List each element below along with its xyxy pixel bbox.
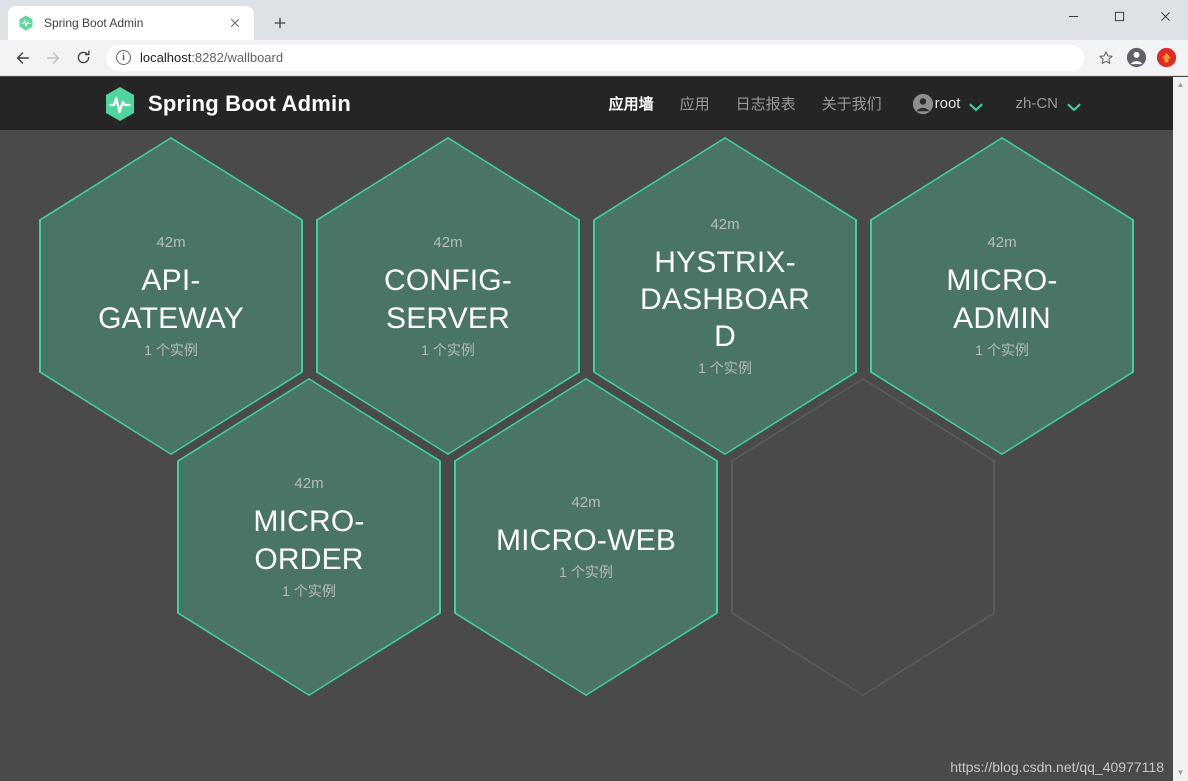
minimize-icon[interactable] [1050, 0, 1096, 32]
app-instances: 1 个实例 [698, 360, 752, 377]
app-name[interactable]: MICRO-ORDER [214, 503, 404, 577]
tab-title: Spring Boot Admin [44, 16, 144, 30]
app-name[interactable]: CONFIG-SERVER [353, 262, 543, 336]
user-menu-label: root [934, 95, 961, 112]
new-tab-button[interactable] [266, 9, 294, 37]
chevron-down-icon [1067, 99, 1081, 112]
app-name[interactable]: HYSTRIX-DASHBOARD [630, 244, 820, 356]
scroll-down-arrow-icon[interactable]: ▼ [1173, 765, 1188, 781]
spring-boot-admin-logo-icon [18, 15, 34, 31]
brand-title: Spring Boot Admin [148, 90, 352, 116]
app-instances: 1 个实例 [421, 341, 475, 358]
star-icon[interactable] [1092, 44, 1120, 72]
red-circle-arrow-icon[interactable] [1152, 44, 1180, 72]
app-uptime: 42m [987, 234, 1017, 252]
url-text: localhost:8282/wallboard [140, 50, 283, 65]
app-navbar: Spring Boot Admin 应用墙 应用 日志报表 关于我们 root [0, 77, 1173, 130]
app-uptime: 42m [571, 493, 601, 511]
browser-toolbar: i localhost:8282/wallboard [0, 40, 1188, 76]
nav-menu: 应用墙 应用 日志报表 关于我们 root zh-CN [583, 93, 1173, 115]
chevron-down-icon [969, 99, 984, 112]
user-avatar-icon [912, 93, 934, 115]
maximize-icon[interactable] [1096, 0, 1142, 32]
app-name[interactable]: MICRO-WEB [491, 522, 681, 559]
brand[interactable]: Spring Boot Admin [104, 86, 351, 122]
wallboard-grid: 42m API-GATEWAY 1 个实例 42m CONFIG-SERVER … [0, 130, 1173, 781]
page-viewport: Spring Boot Admin 应用墙 应用 日志报表 关于我们 root [0, 77, 1188, 781]
user-menu[interactable]: root [912, 93, 984, 115]
spring-boot-admin-hex-pulse-icon [104, 86, 136, 122]
app-instances: 1 个实例 [144, 341, 198, 358]
nav-journal[interactable]: 日志报表 [736, 93, 796, 114]
back-arrow-icon[interactable] [8, 43, 38, 73]
language-menu-label: zh-CN [1015, 95, 1058, 112]
info-circle-icon[interactable]: i [116, 50, 131, 65]
app-instances: 1 个实例 [559, 564, 613, 581]
close-icon[interactable] [226, 14, 244, 32]
app-uptime: 42m [156, 234, 186, 252]
close-icon[interactable] [1142, 0, 1188, 32]
nav-applications[interactable]: 应用 [680, 93, 710, 114]
page-scrollbar[interactable]: ▲ ▼ [1173, 77, 1188, 781]
app-instances: 1 个实例 [975, 341, 1029, 358]
app-uptime: 42m [710, 215, 740, 233]
tab-strip: Spring Boot Admin [0, 0, 1188, 40]
url-host: localhost [140, 50, 192, 65]
forward-arrow-icon [38, 43, 68, 73]
profile-avatar-icon[interactable] [1122, 44, 1150, 72]
window-controls [1050, 0, 1188, 40]
address-bar[interactable]: i localhost:8282/wallboard [106, 44, 1084, 71]
app-name[interactable]: API-GATEWAY [76, 262, 266, 336]
reload-icon[interactable] [68, 43, 98, 73]
browser-tab[interactable]: Spring Boot Admin [8, 6, 254, 40]
watermark: https://blog.csdn.net/qq_40977118 [950, 759, 1164, 775]
nav-wallboard[interactable]: 应用墙 [609, 93, 654, 114]
app-uptime: 42m [433, 234, 463, 252]
nav-about[interactable]: 关于我们 [822, 93, 882, 114]
scroll-up-arrow-icon[interactable]: ▲ [1173, 77, 1188, 93]
url-path: :8282/wallboard [191, 50, 284, 65]
language-menu[interactable]: zh-CN [1015, 95, 1081, 112]
app-instances: 1 个实例 [282, 582, 336, 599]
browser-window: Spring Boot Admin i localhost:8282/wallb… [0, 0, 1188, 781]
app-name[interactable]: MICRO-ADMIN [907, 262, 1097, 336]
app-uptime: 42m [294, 475, 324, 493]
